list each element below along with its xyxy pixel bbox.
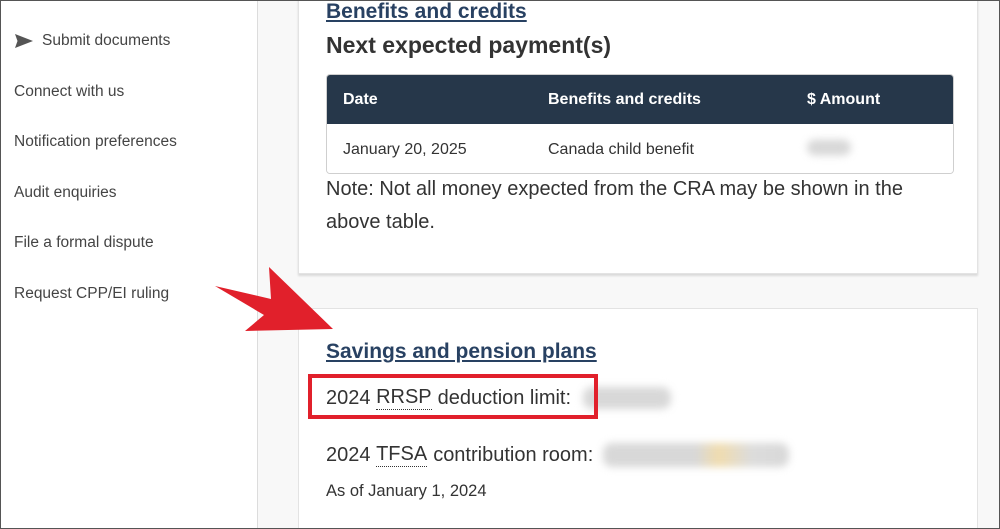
- screenshot-frame: Submit documents Connect with us Notific…: [0, 0, 1000, 529]
- column-header-amount: $ Amount: [807, 90, 881, 108]
- payment-date: January 20, 2025: [343, 140, 467, 158]
- tfsa-abbr[interactable]: TFSA: [376, 443, 428, 467]
- send-icon: [14, 33, 34, 49]
- benefits-and-credits-link[interactable]: Benefits and credits: [326, 1, 527, 24]
- sidebar-item-request-cpp-ei-ruling[interactable]: Request CPP/EI ruling: [14, 285, 169, 303]
- table-note: Note: Not all money expected from the CR…: [326, 178, 903, 233]
- column-header-date: Date: [343, 90, 378, 108]
- rrsp-highlight-box: [308, 374, 598, 419]
- payment-amount-redacted: [807, 139, 851, 160]
- as-of-date: As of January 1, 2024: [326, 482, 487, 500]
- sidebar-item-file-formal-dispute[interactable]: File a formal dispute: [14, 234, 154, 252]
- sidebar-item-audit-enquiries[interactable]: Audit enquiries: [14, 184, 117, 202]
- annotation-arrow-icon: [215, 267, 333, 331]
- sidebar-item-label: Request CPP/EI ruling: [14, 285, 170, 302]
- sidebar-item-label: File a formal dispute: [14, 234, 154, 251]
- benefits-card: Benefits and credits Next expected payme…: [298, 1, 978, 274]
- table-row: January 20, 2025 Canada child benefit: [327, 124, 953, 173]
- sidebar-item-label: Connect with us: [14, 83, 125, 100]
- payments-table: Date Benefits and credits $ Amount Janua…: [326, 74, 954, 174]
- tfsa-contribution-room: 2024 TFSA contribution room:: [326, 443, 790, 467]
- next-payment-heading: Next expected payment(s): [326, 32, 612, 58]
- sidebar-item-label: Audit enquiries: [14, 184, 117, 201]
- payment-benefit: Canada child benefit: [548, 140, 694, 158]
- sidebar-item-label: Notification preferences: [14, 133, 177, 150]
- sidebar-item-notification-preferences[interactable]: Notification preferences: [14, 133, 177, 151]
- sidebar-item-connect-with-us[interactable]: Connect with us: [14, 83, 124, 101]
- main-content: Benefits and credits Next expected payme…: [258, 1, 999, 528]
- tfsa-label: contribution room:: [433, 443, 594, 466]
- tfsa-year: 2024: [326, 443, 371, 466]
- savings-and-pension-plans-link[interactable]: Savings and pension plans: [326, 340, 597, 364]
- table-header: Date Benefits and credits $ Amount: [327, 75, 953, 124]
- column-header-benefits: Benefits and credits: [548, 90, 701, 108]
- sidebar-item-label: Submit documents: [42, 32, 171, 49]
- sidebar-nav: Submit documents Connect with us Notific…: [1, 1, 258, 528]
- sidebar-item-submit-documents[interactable]: Submit documents: [14, 32, 170, 50]
- tfsa-value-redacted: [603, 443, 790, 467]
